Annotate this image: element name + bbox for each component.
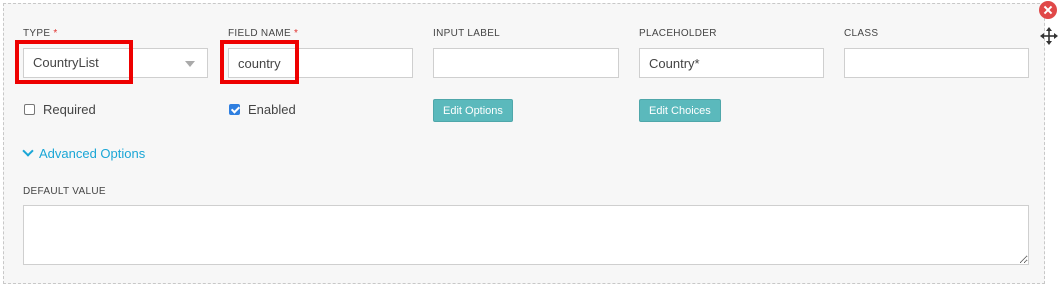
advanced-options-toggle[interactable]: Advanced Options	[22, 145, 146, 161]
placeholder-input[interactable]	[639, 48, 824, 78]
type-label: TYPE *	[23, 28, 58, 39]
highlight-box-type	[15, 40, 133, 84]
default-value-label: DEFAULT VALUE	[23, 186, 106, 197]
required-checkbox-label: Required	[43, 102, 96, 117]
class-input[interactable]	[844, 48, 1029, 78]
enabled-checkbox-label: Enabled	[248, 102, 296, 117]
advanced-options-label: Advanced Options	[39, 146, 146, 161]
required-checkbox[interactable]	[24, 104, 35, 115]
field-name-label: FIELD NAME *	[228, 28, 299, 39]
dropdown-arrow-icon	[185, 61, 195, 67]
class-label: CLASS	[844, 28, 879, 39]
placeholder-label: PLACEHOLDER	[639, 28, 717, 39]
edit-options-button[interactable]: Edit Options	[433, 99, 513, 122]
chevron-down-icon	[22, 145, 34, 157]
input-label-input[interactable]	[433, 48, 619, 78]
default-value-textarea[interactable]	[23, 205, 1029, 265]
close-icon[interactable]	[1039, 1, 1057, 19]
enabled-checkbox[interactable]	[229, 104, 240, 115]
highlight-box-field-name	[220, 40, 299, 84]
move-icon[interactable]	[1040, 27, 1058, 45]
edit-choices-button[interactable]: Edit Choices	[639, 99, 721, 122]
input-label-label: INPUT LABEL	[433, 28, 501, 39]
required-mark: *	[294, 28, 299, 39]
required-mark: *	[53, 28, 58, 39]
